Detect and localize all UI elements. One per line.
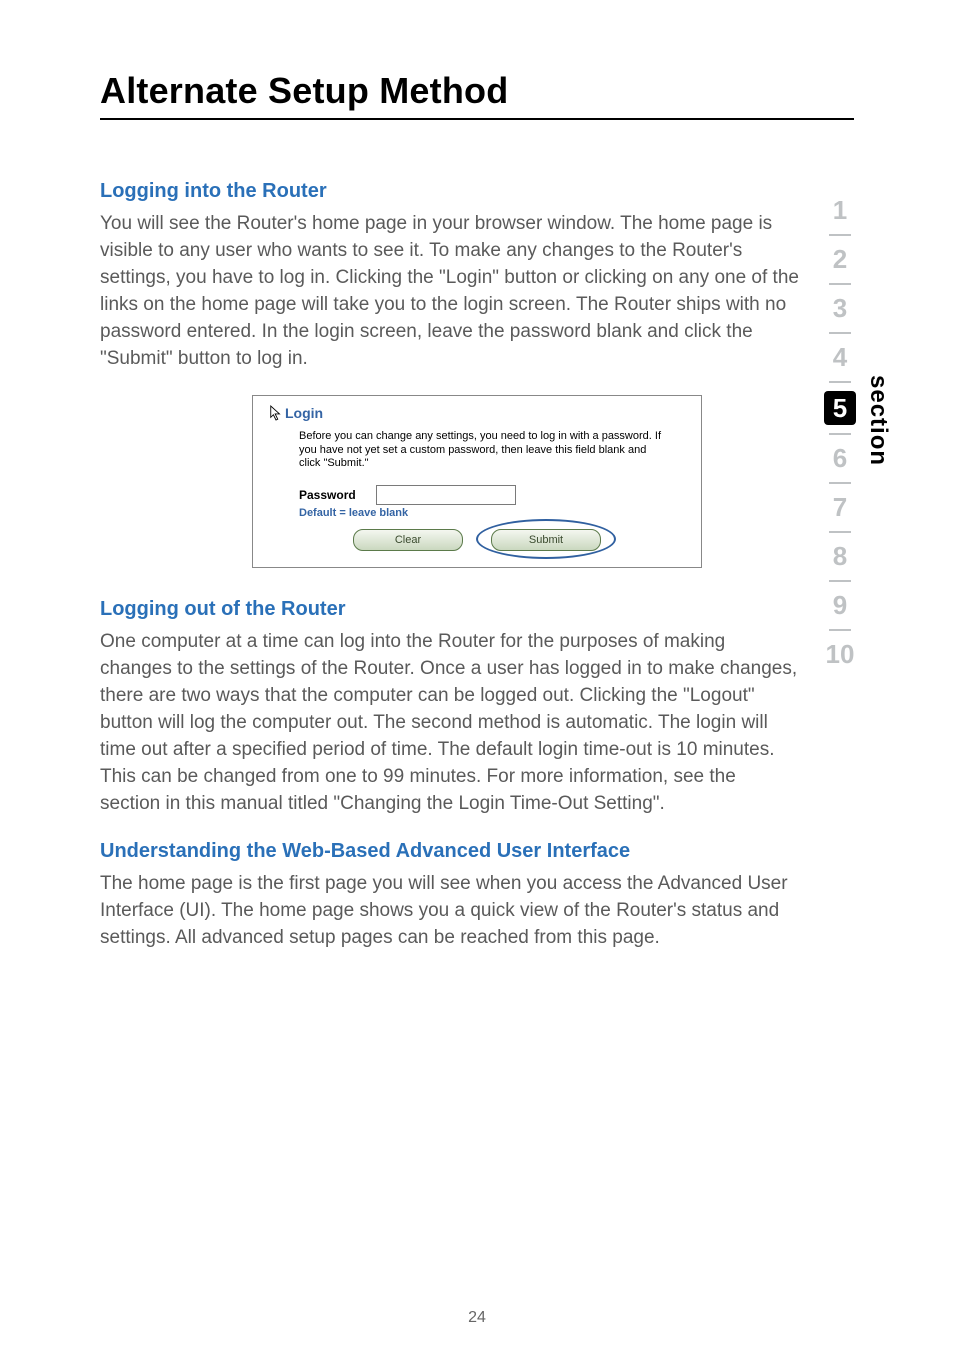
nav-separator — [829, 482, 851, 484]
body-understanding: The home page is the first page you will… — [100, 871, 800, 952]
nav-separator — [829, 234, 851, 236]
submit-button[interactable]: Submit — [491, 529, 601, 551]
nav-separator — [829, 381, 851, 383]
password-input[interactable] — [376, 485, 516, 505]
section-nav-8[interactable]: 8 — [824, 541, 856, 572]
section-nav-4[interactable]: 4 — [824, 342, 856, 373]
default-hint: Default = leave blank — [299, 507, 685, 519]
section-nav-1[interactable]: 1 — [824, 195, 856, 226]
title-rule — [100, 118, 854, 120]
nav-separator — [829, 433, 851, 435]
section-nav-2[interactable]: 2 — [824, 244, 856, 275]
login-link[interactable]: Login — [285, 405, 323, 421]
section-nav-10[interactable]: 10 — [824, 639, 856, 670]
nav-separator — [829, 332, 851, 334]
section-nav: 1 2 3 4 5 6 7 8 9 10 section — [824, 195, 892, 670]
page-title: Alternate Setup Method — [100, 70, 854, 112]
heading-logging-in: Logging into the Router — [100, 180, 854, 203]
section-nav-5[interactable]: 5 — [824, 391, 856, 425]
section-nav-6[interactable]: 6 — [824, 443, 856, 474]
nav-separator — [829, 531, 851, 533]
section-nav-7[interactable]: 7 — [824, 492, 856, 523]
nav-separator — [829, 629, 851, 631]
section-label: section — [864, 375, 892, 466]
heading-understanding: Understanding the Web-Based Advanced Use… — [100, 840, 854, 863]
page-number: 24 — [0, 1309, 954, 1327]
login-screenshot: Login Before you can change any settings… — [252, 395, 702, 568]
cursor-icon — [269, 404, 283, 422]
body-logging-in: You will see the Router's home page in y… — [100, 211, 800, 373]
body-logging-out: One computer at a time can log into the … — [100, 629, 800, 818]
login-description: Before you can change any settings, you … — [299, 430, 669, 471]
password-label: Password — [299, 488, 356, 502]
nav-separator — [829, 580, 851, 582]
heading-logging-out: Logging out of the Router — [100, 598, 854, 621]
clear-button[interactable]: Clear — [353, 529, 463, 551]
section-nav-3[interactable]: 3 — [824, 293, 856, 324]
section-nav-9[interactable]: 9 — [824, 590, 856, 621]
nav-separator — [829, 283, 851, 285]
